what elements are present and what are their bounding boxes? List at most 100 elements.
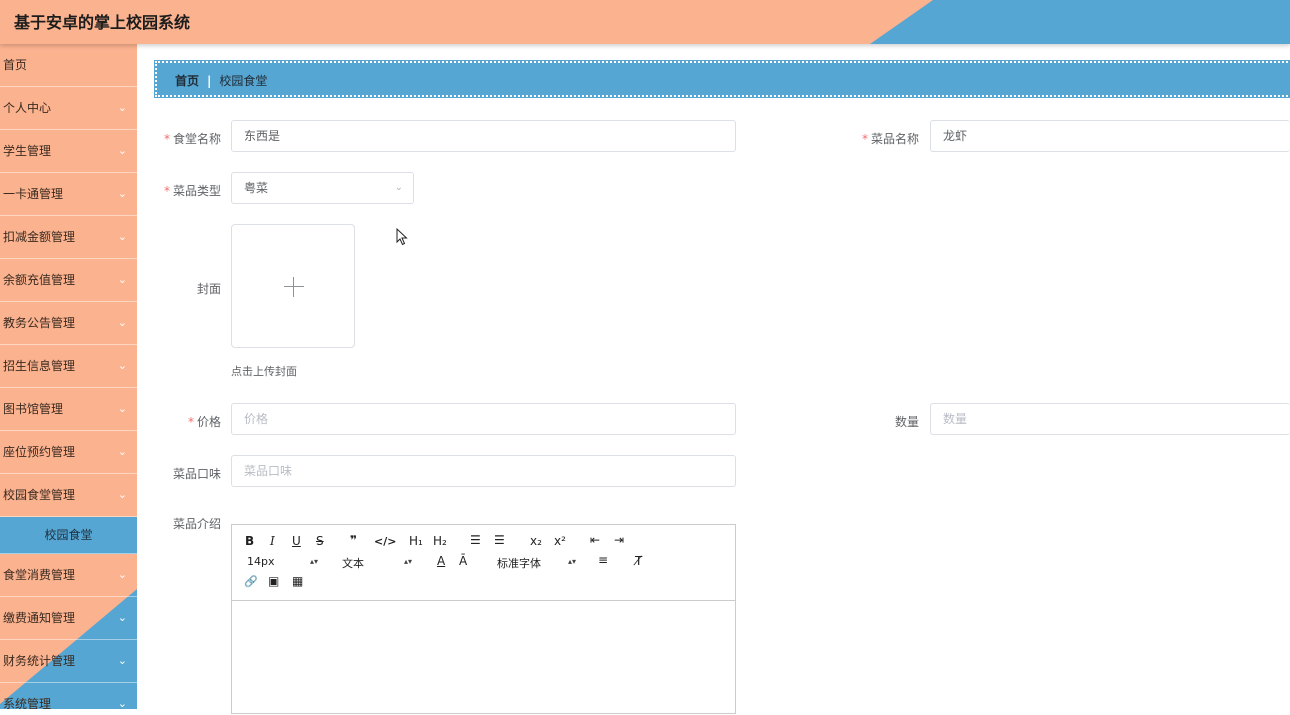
bold-button[interactable]: B — [245, 534, 254, 548]
sidebar-item-system[interactable]: 系统管理 ⌄ — [0, 683, 137, 709]
intro-label: 菜品介绍 — [172, 517, 221, 531]
sidebar-item-personal-center[interactable]: 个人中心 ⌄ — [0, 87, 137, 130]
sidebar-item-seat-booking[interactable]: 座位预约管理 ⌄ — [0, 431, 137, 474]
outdent-button[interactable]: ⇤ — [590, 533, 600, 547]
taste-label: 菜品口味 — [172, 467, 221, 481]
editor-content-area[interactable] — [232, 601, 735, 715]
sidebar-item-label: 余额充值管理 — [3, 273, 76, 287]
h2-button[interactable]: H₂ — [433, 534, 447, 548]
font-family-picker[interactable]: 标准字体 — [497, 555, 541, 571]
chevron-down-icon: ⌄ — [117, 488, 127, 501]
quantity-label: 数量 — [894, 415, 919, 429]
canteen-name-input[interactable]: 东西是 — [231, 120, 736, 152]
sidebar-item-canteen-management[interactable]: 校园食堂管理 ⌄ — [0, 474, 137, 517]
sidebar-item-label: 学生管理 — [3, 144, 52, 158]
required-mark: * — [187, 415, 194, 429]
required-mark: * — [861, 132, 868, 146]
required-mark: * — [163, 184, 170, 198]
updown-icon: ▴▾ — [310, 557, 319, 566]
editor-toolbar: B I U S ❞ </> H₁ H₂ ☰ ☰ x₂ x² ⇤ ⇥ 14px ▴… — [232, 525, 735, 601]
sidebar-item-label: 首页 — [3, 58, 28, 72]
updown-icon: ▴▾ — [568, 557, 577, 566]
sidebar-item-payment-notice[interactable]: 缴费通知管理 ⌄ — [0, 597, 137, 640]
sidebar-item-recharge[interactable]: 余额充值管理 ⌄ — [0, 259, 137, 302]
breadcrumb-separator: | — [207, 74, 212, 88]
sidebar-item-label: 财务统计管理 — [3, 654, 76, 668]
main-content: 首页 | 校园食堂 * 食堂名称 东西是 * 菜品名称 龙虾 * 菜品类型 粤菜 ⌄ 封面… — [137, 44, 1290, 714]
sidebar-item-label: 图书馆管理 — [3, 402, 64, 416]
sidebar-item-label: 个人中心 — [3, 101, 52, 115]
breadcrumb-home[interactable]: 首页 — [175, 74, 199, 88]
sidebar-item-label: 缴费通知管理 — [3, 611, 76, 625]
quantity-input[interactable]: 数量 — [930, 403, 1290, 435]
chevron-down-icon: ⌄ — [117, 611, 127, 624]
sidebar-item-label: 教务公告管理 — [3, 316, 76, 330]
sidebar-item-campus-card[interactable]: 一卡通管理 ⌄ — [0, 173, 137, 216]
bullet-list-button[interactable]: ☰ — [494, 533, 505, 547]
price-input[interactable]: 价格 — [231, 403, 736, 435]
chevron-down-icon: ⌄ — [394, 182, 403, 193]
subscript-button[interactable]: x₂ — [530, 534, 542, 548]
chevron-down-icon: ⌄ — [117, 568, 127, 581]
dish-type-select[interactable]: 粤菜 ⌄ — [231, 172, 414, 204]
header-picker[interactable]: 文本 — [342, 555, 364, 571]
indent-button[interactable]: ⇥ — [614, 533, 624, 547]
label-text: 价格 — [196, 415, 221, 429]
sidebar-item-label: 一卡通管理 — [3, 187, 64, 201]
sidebar-item-students[interactable]: 学生管理 ⌄ — [0, 130, 137, 173]
cover-upload[interactable] — [231, 224, 355, 348]
ordered-list-button[interactable]: ☰ — [470, 533, 481, 547]
dish-type-label: * 菜品类型 — [157, 182, 221, 199]
sidebar-item-finance-stats[interactable]: 财务统计管理 ⌄ — [0, 640, 137, 683]
breadcrumb: 首页 | 校园食堂 — [155, 61, 1290, 97]
sidebar-item-library[interactable]: 图书馆管理 ⌄ — [0, 388, 137, 431]
sidebar-item-announcements[interactable]: 教务公告管理 ⌄ — [0, 302, 137, 345]
chevron-down-icon: ⌄ — [117, 187, 127, 200]
superscript-button[interactable]: x² — [554, 534, 566, 548]
canteen-name-label: * 食堂名称 — [157, 130, 221, 147]
font-size-picker[interactable]: 14px — [247, 555, 275, 568]
updown-icon: ▴▾ — [404, 557, 413, 566]
blockquote-button[interactable]: ❞ — [350, 533, 357, 547]
sidebar-subitem-canteen[interactable]: 校园食堂 — [0, 517, 137, 554]
plus-icon-h — [284, 286, 304, 287]
sidebar-item-admissions[interactable]: 招生信息管理 ⌄ — [0, 345, 137, 388]
rich-text-editor[interactable]: B I U S ❞ </> H₁ H₂ ☰ ☰ x₂ x² ⇤ ⇥ 14px ▴… — [231, 524, 736, 714]
clean-format-button[interactable]: T̸ — [635, 554, 642, 568]
sidebar-item-label: 校园食堂 — [44, 528, 93, 542]
underline-button[interactable]: U — [292, 534, 301, 548]
strike-button[interactable]: S — [316, 534, 324, 548]
image-button[interactable]: ▣ — [268, 574, 279, 588]
dish-name-input[interactable]: 龙虾 — [930, 120, 1290, 152]
dish-name-label: * 菜品名称 — [847, 130, 919, 147]
breadcrumb-current: 校园食堂 — [219, 74, 268, 88]
chevron-down-icon: ⌄ — [117, 230, 127, 243]
sidebar-item-home[interactable]: 首页 — [0, 44, 137, 87]
chevron-down-icon: ⌄ — [117, 144, 127, 157]
sidebar-menu: 首页 个人中心 ⌄ 学生管理 ⌄ 一卡通管理 ⌄ 扣减金额管理 ⌄ 余额充值管理 ⌄ 教务… — [0, 44, 137, 709]
video-button[interactable]: ▦ — [292, 574, 303, 588]
price-label: * 价格 — [157, 413, 221, 430]
sidebar-item-canteen-consumption[interactable]: 食堂消费管理 ⌄ — [0, 554, 137, 597]
sidebar-item-label: 扣减金额管理 — [3, 230, 76, 244]
link-button[interactable]: 🔗 — [244, 575, 258, 588]
italic-button[interactable]: I — [270, 534, 275, 548]
chevron-down-icon: ⌄ — [117, 402, 127, 415]
plus-icon-v — [293, 277, 294, 297]
label-text: 食堂名称 — [172, 132, 221, 146]
code-button[interactable]: </> — [374, 535, 396, 548]
label-text: 菜品名称 — [870, 132, 919, 146]
background-color-button[interactable]: Ā — [459, 554, 467, 568]
align-button[interactable]: ≡ — [598, 553, 608, 567]
chevron-down-icon: ⌄ — [117, 101, 127, 114]
header-decoration — [870, 0, 1290, 44]
chevron-down-icon: ⌄ — [117, 654, 127, 667]
sidebar-item-label: 校园食堂管理 — [3, 488, 76, 502]
taste-input[interactable]: 菜品口味 — [231, 455, 736, 487]
sidebar-item-label: 座位预约管理 — [3, 445, 76, 459]
sidebar-item-deduction[interactable]: 扣减金额管理 ⌄ — [0, 216, 137, 259]
required-mark: * — [163, 132, 170, 146]
font-color-button[interactable]: A — [437, 554, 445, 568]
h1-button[interactable]: H₁ — [409, 534, 423, 548]
chevron-down-icon: ⌄ — [117, 316, 127, 329]
